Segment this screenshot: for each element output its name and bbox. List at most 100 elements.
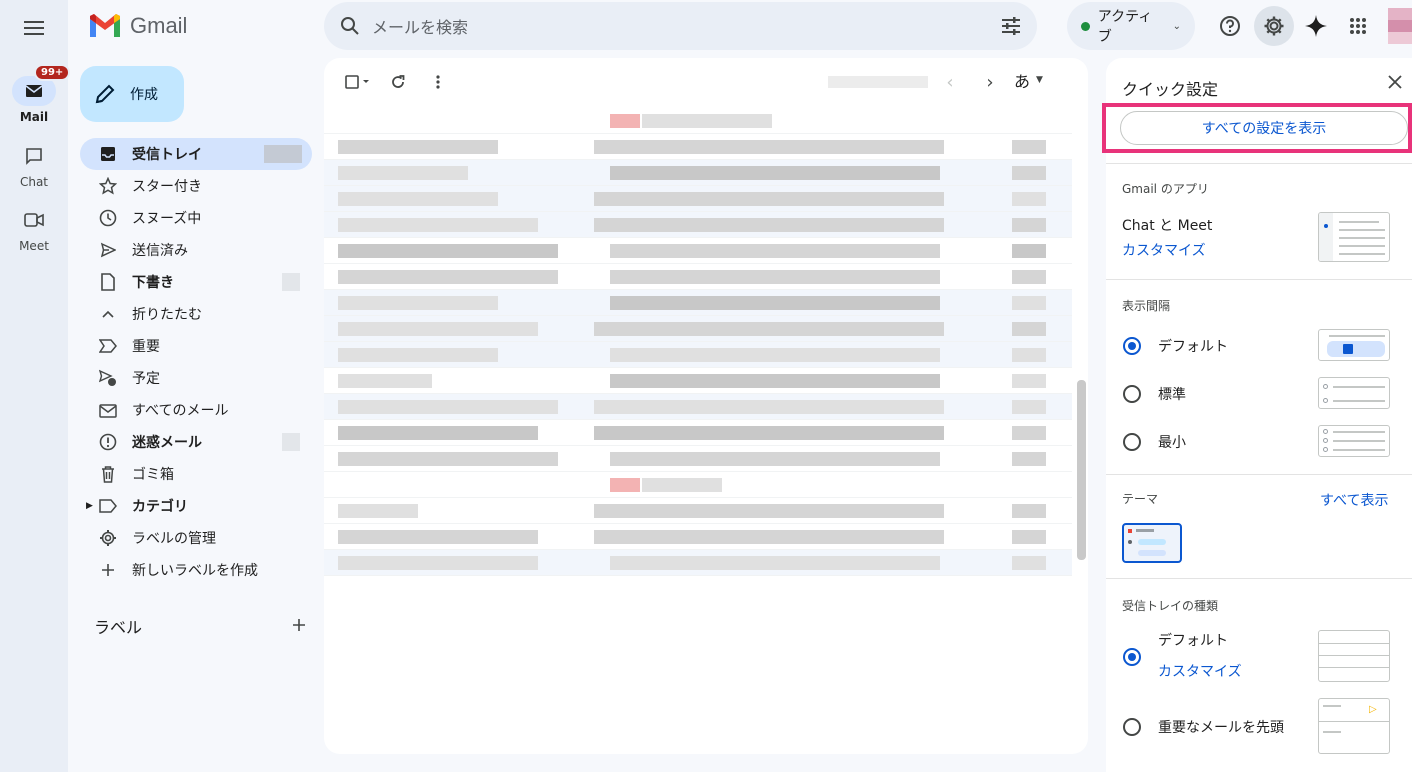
add-label-icon[interactable] (292, 617, 306, 636)
density-default-radio[interactable] (1123, 337, 1141, 355)
table-row[interactable] (324, 420, 1072, 446)
gmail-logo[interactable]: Gmail (88, 8, 187, 44)
all-mail-icon (98, 400, 118, 420)
density-standard-radio[interactable] (1123, 385, 1141, 403)
nav-item-label: スヌーズ中 (132, 211, 202, 227)
next-page-button[interactable]: › (972, 64, 1008, 100)
table-row[interactable] (324, 472, 1072, 498)
theme-view-all-link[interactable]: すべて表示 (1320, 490, 1388, 510)
table-row[interactable] (324, 394, 1072, 420)
all-settings-button[interactable]: すべての設定を表示 (1120, 111, 1408, 145)
table-row[interactable] (324, 316, 1072, 342)
nav-item-inbox[interactable]: 受信トレイ (80, 138, 312, 170)
inbox-type-default-radio[interactable] (1123, 648, 1141, 666)
redacted-content (594, 218, 944, 232)
table-row[interactable] (324, 212, 1072, 238)
redacted-content (1012, 556, 1046, 570)
inbox-type-customize-link[interactable]: カスタマイズ (1158, 661, 1242, 681)
nav-item-label: 予定 (132, 371, 160, 387)
table-row[interactable] (324, 264, 1072, 290)
apps-customize-link[interactable]: カスタマイズ (1122, 240, 1206, 260)
support-button[interactable] (1210, 6, 1250, 46)
redacted-content (338, 426, 538, 440)
table-row[interactable] (324, 186, 1072, 212)
redacted-content (594, 140, 944, 154)
prev-page-button[interactable]: ‹ (932, 64, 968, 100)
refresh-button[interactable] (380, 64, 416, 100)
nav-item-manage-labels[interactable]: ラベルの管理 (80, 522, 312, 554)
redacted-content (1012, 166, 1046, 180)
rail-mail[interactable]: 99+ Mail (0, 64, 71, 124)
nav-item-snoozed[interactable]: スヌーズ中 (80, 202, 312, 234)
table-row[interactable] (324, 108, 1072, 134)
nav-item-label: ゴミ箱 (132, 467, 174, 483)
nav-item-sent[interactable]: 送信済み (80, 234, 312, 266)
expand-arrow-icon[interactable]: ▶ (86, 501, 93, 511)
table-row[interactable] (324, 238, 1072, 264)
status-selector[interactable]: アクティブ ⌄ (1067, 2, 1195, 50)
gemini-button[interactable] (1296, 6, 1336, 46)
nav-item-spam[interactable]: 迷惑メール (80, 426, 312, 458)
rail-chat-label: Chat (19, 175, 49, 189)
close-button[interactable] (1388, 74, 1402, 93)
mail-icon: 99+ (12, 64, 71, 106)
gmail-m-icon (90, 14, 120, 37)
inbox-type-important-radio[interactable] (1123, 718, 1141, 736)
more-button[interactable] (420, 64, 456, 100)
table-row[interactable] (324, 498, 1072, 524)
table-row[interactable] (324, 290, 1072, 316)
nav-item-collapse[interactable]: 折りたたむ (80, 298, 312, 330)
theme-thumbnail[interactable] (1122, 523, 1182, 563)
search-bar[interactable]: メールを検索 (324, 2, 1037, 50)
redacted-content (338, 374, 432, 388)
nav-item-categories[interactable]: ▶ カテゴリ (80, 490, 312, 522)
settings-button[interactable] (1254, 6, 1294, 46)
input-tools-button[interactable]: あ ▼ (1014, 68, 1043, 92)
nav-item-create-label[interactable]: 新しいラベルを作成 (80, 554, 312, 586)
search-icon[interactable] (340, 16, 360, 36)
redacted-content (338, 296, 498, 310)
compose-button[interactable]: 作成 (80, 66, 184, 122)
rail-meet[interactable]: Meet (0, 205, 68, 253)
chevron-right-icon: › (986, 71, 994, 93)
density-standard-thumbnail (1318, 377, 1390, 409)
apps-thumbnail (1318, 212, 1390, 262)
table-row[interactable] (324, 446, 1072, 472)
nav-item-starred[interactable]: スター付き (80, 170, 312, 202)
nav-item-label: 迷惑メール (132, 435, 202, 451)
density-default-thumbnail (1318, 329, 1390, 361)
divider (1106, 578, 1412, 579)
apps-button[interactable] (1338, 6, 1378, 46)
inbox-important-thumbnail: ▷ (1318, 698, 1390, 754)
redacted-content (594, 426, 944, 440)
nav-item-important[interactable]: 重要 (80, 330, 312, 362)
density-compact-radio[interactable] (1123, 433, 1141, 451)
table-row[interactable] (324, 524, 1072, 550)
select-checkbox[interactable] (340, 64, 376, 100)
nav-item-label: 送信済み (132, 243, 188, 259)
table-row[interactable] (324, 160, 1072, 186)
redacted-content (1012, 296, 1046, 310)
status-dot (1081, 21, 1090, 31)
avatar[interactable] (1388, 8, 1412, 44)
table-row[interactable] (324, 368, 1072, 394)
rail-chat[interactable]: Chat (0, 141, 68, 189)
redacted-content (1012, 140, 1046, 154)
redacted-content (610, 114, 640, 128)
scrollbar[interactable] (1077, 380, 1086, 560)
table-row[interactable] (324, 550, 1072, 576)
filter-options-icon[interactable] (1001, 17, 1021, 35)
main-menu-button[interactable] (14, 8, 54, 48)
table-row[interactable] (324, 342, 1072, 368)
nav-item-scheduled[interactable]: 予定 (80, 362, 312, 394)
table-row[interactable] (324, 134, 1072, 160)
density-standard-label: 標準 (1158, 387, 1186, 403)
nav-item-trash[interactable]: ゴミ箱 (80, 458, 312, 490)
redacted-content (1012, 374, 1046, 388)
redacted-content (642, 478, 722, 492)
redacted-content (610, 296, 940, 310)
checkbox-icon (345, 75, 369, 89)
nav-item-all-mail[interactable]: すべてのメール (80, 394, 312, 426)
nav-item-drafts[interactable]: 下書き (80, 266, 312, 298)
search-input[interactable]: メールを検索 (372, 14, 1001, 38)
